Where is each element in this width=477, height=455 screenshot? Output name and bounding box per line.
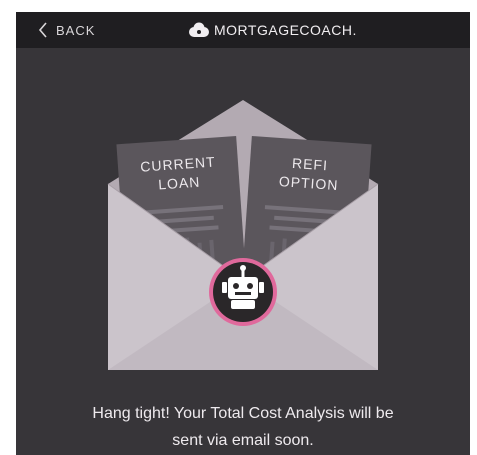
doc-right-line1: REFI bbox=[292, 155, 329, 173]
email-illustration: CURRENT LOAN REFI OPTION bbox=[107, 100, 379, 370]
status-message-line1: Hang tight! Your Total Cost Analysis wil… bbox=[92, 405, 394, 422]
app-screen: BACK MORTGAGECOACH. CURRENT LOAN REFI OP… bbox=[16, 12, 470, 455]
doc-left-line2: LOAN bbox=[158, 174, 201, 193]
robot-badge bbox=[209, 258, 277, 326]
status-message: Hang tight! Your Total Cost Analysis wil… bbox=[16, 400, 470, 454]
status-message-line2: sent via email soon. bbox=[172, 432, 314, 449]
